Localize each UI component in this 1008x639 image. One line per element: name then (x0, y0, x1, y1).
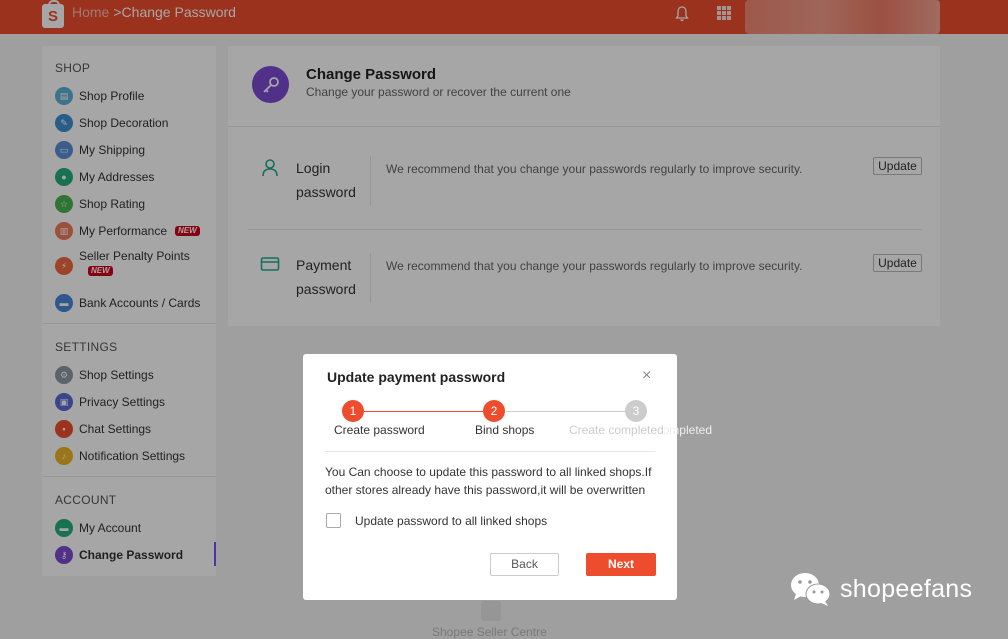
wechat-icon (791, 573, 831, 606)
step-connector-pending (506, 411, 625, 412)
close-icon[interactable]: × (642, 368, 651, 384)
update-all-shops-label[interactable]: Update password to all linked shops (355, 514, 547, 528)
step-3-circle: 3 (625, 400, 647, 422)
back-button[interactable]: Back (490, 553, 559, 576)
step-3-label-overflow: Create completed (664, 423, 712, 437)
watermark-text: shopeefans (840, 574, 973, 603)
step-2-circle: 2 (483, 400, 505, 422)
dialog-message: You Can choose to update this password t… (325, 465, 652, 497)
step-1-circle: 1 (342, 400, 364, 422)
step-1-label: Create password (334, 423, 425, 437)
watermark: shopeefans (790, 570, 972, 608)
update-payment-password-dialog: Update payment password × 1 2 3 Create p… (303, 354, 677, 600)
step-3-label: Create completed (569, 423, 664, 437)
step-connector-done (364, 411, 483, 412)
step-2-label: Bind shops (475, 423, 535, 437)
update-all-shops-checkbox[interactable] (326, 513, 341, 528)
dialog-title: Update payment password (327, 369, 506, 385)
next-button[interactable]: Next (586, 553, 656, 576)
dialog-divider (325, 451, 655, 452)
